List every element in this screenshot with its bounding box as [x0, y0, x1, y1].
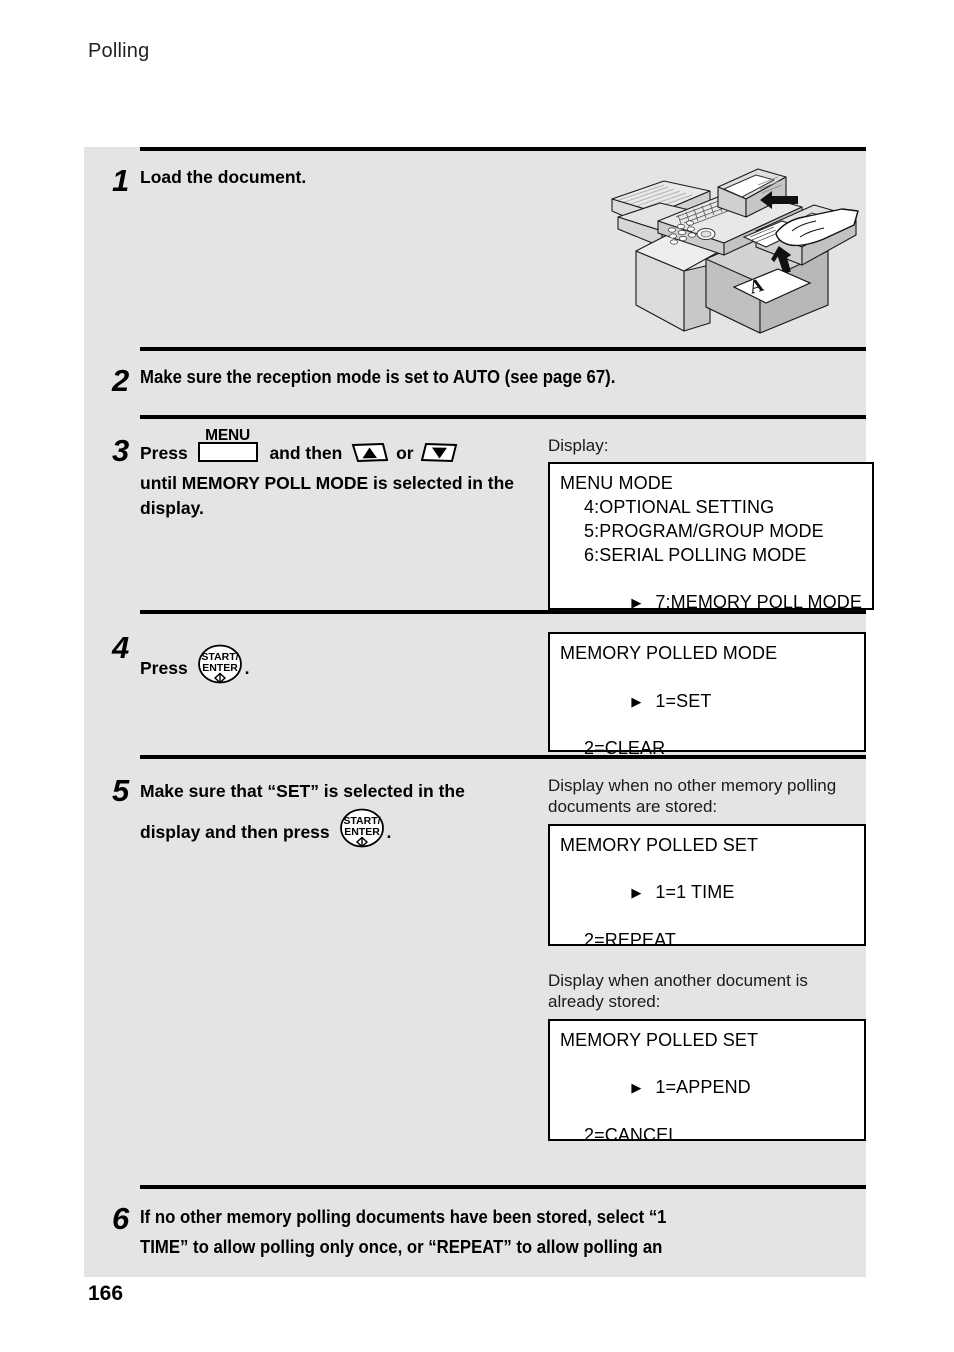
step-2-rule — [140, 347, 866, 351]
step-5-instruction-line1: Make sure that “SET” is selected in the — [140, 781, 465, 801]
step-5-display-caption-b: Display when another document is already… — [548, 970, 808, 1012]
selection-pointer-icon: ▶ — [631, 885, 642, 901]
step-5-rule — [140, 755, 866, 759]
step-3-display-caption: Display: — [548, 436, 609, 455]
step-4-instruction: Press START/ ENTER . — [140, 632, 548, 752]
step-5-period: . — [386, 822, 392, 843]
step-4-press-label: Press — [140, 658, 188, 678]
lcd-line: 2=CANCEL — [584, 1124, 679, 1145]
step-5-lcd-display-b: MEMORY POLLED SET ▶ 1=APPEND 2=CANCEL — [548, 1018, 866, 1145]
step-5-display-group: Display when no other memory polling doc… — [548, 775, 866, 1145]
lcd-line-text: 1=APPEND — [655, 1077, 751, 1098]
step-4-period: . — [244, 658, 250, 678]
step-3-display-group: Display: MENU MODE 4:OPTIONAL SETTING 5:… — [548, 435, 874, 612]
svg-text:ENTER: ENTER — [202, 662, 238, 674]
step-1: 1 Load the document. A — [84, 147, 866, 347]
start-enter-key-button[interactable]: START/ ENTER — [339, 808, 385, 859]
lcd-line-selected: ▶ 1=APPEND — [560, 1052, 854, 1123]
lcd-line: 2=REPEAT — [584, 929, 677, 950]
lcd-line: MEMORY POLLED SET — [560, 1029, 759, 1050]
lcd-line: MENU MODE — [560, 473, 673, 494]
lcd-line: MEMORY POLLED MODE — [560, 643, 778, 663]
step-6-instruction-line2: TIME” to allow polling only once, or “RE… — [140, 1236, 663, 1257]
step-4: 4 Press START/ ENTER . MEMORY POLLED MOD… — [84, 610, 866, 758]
svg-text:ENTER: ENTER — [344, 826, 380, 838]
step-1-rule — [140, 147, 866, 151]
step-6: 6 If no other memory polling documents h… — [84, 1185, 866, 1277]
step-4-rule — [140, 610, 866, 614]
start-enter-key-button[interactable]: START/ ENTER — [197, 644, 243, 691]
lcd-line-text: 1=1 TIME — [655, 882, 735, 903]
step-4-number: 4 — [112, 630, 130, 665]
lcd-line-selected: ▶ 1=SET — [560, 666, 854, 737]
selection-pointer-icon: ▶ — [631, 693, 642, 709]
step-3-instruction: Press MENU and then or until MEMORY POLL… — [140, 427, 548, 610]
menu-key-label: MENU — [205, 427, 250, 444]
step-3-and-then-label: and then — [269, 443, 343, 463]
step-6-rule — [140, 1185, 866, 1189]
fax-machine-load-document-illustration: A — [606, 155, 866, 340]
step-3-or-label: or — [396, 443, 414, 463]
selection-pointer-icon: ▶ — [631, 595, 642, 611]
step-4-display-group: MEMORY POLLED MODE ▶ 1=SET 2=CLEAR — [548, 632, 866, 758]
selection-pointer-icon: ▶ — [631, 1080, 642, 1096]
menu-key-button[interactable]: MENU — [197, 427, 258, 462]
step-1-number: 1 — [112, 163, 130, 198]
down-arrow-key-button[interactable] — [421, 441, 459, 471]
step-5-display-caption-a: Display when no other memory polling doc… — [548, 776, 837, 817]
step-3-lcd-display: MENU MODE 4:OPTIONAL SETTING 5:PROGRAM/G… — [548, 462, 874, 612]
up-arrow-key-button[interactable] — [350, 441, 389, 471]
step-5-lcd-display-a: MEMORY POLLED SET ▶ 1=1 TIME 2=REPEAT — [548, 823, 866, 950]
step-2-instruction: Make sure the reception mode is set to A… — [140, 367, 616, 387]
lcd-line: 4:OPTIONAL SETTING — [584, 497, 775, 518]
step-5: 5 Make sure that “SET” is selected in th… — [84, 755, 866, 1185]
running-head-polling: Polling — [88, 40, 150, 62]
lcd-line: 6:SERIAL POLLING MODE — [584, 544, 807, 565]
step-5-instruction-line2: display and then press — [140, 822, 330, 843]
step-2: 2 Make sure the reception mode is set to… — [84, 347, 866, 415]
page-number: 166 — [88, 1282, 124, 1305]
step-3-number: 3 — [112, 433, 130, 468]
step-4-lcd-display: MEMORY POLLED MODE ▶ 1=SET 2=CLEAR — [548, 632, 866, 758]
step-2-number: 2 — [112, 363, 130, 398]
step-3-instruction-rest: until MEMORY POLL MODE is selected in th… — [140, 472, 515, 518]
lcd-line: 5:PROGRAM/GROUP MODE — [584, 520, 824, 541]
step-3-press-label: Press — [140, 443, 188, 463]
step-3-rule — [140, 415, 866, 419]
procedure-steps-panel: 1 Load the document. A 2 Make sure the r… — [84, 147, 874, 1277]
step-5-instruction: Make sure that “SET” is selected in the … — [140, 775, 548, 1141]
lcd-line: MEMORY POLLED SET — [560, 834, 759, 855]
step-3: 3 Press MENU and then or until MEMORY PO… — [84, 415, 874, 612]
step-5-number: 5 — [112, 773, 130, 808]
lcd-line-selected: ▶ 1=1 TIME — [560, 858, 854, 929]
lcd-line-text: 1=SET — [655, 690, 712, 711]
step-6-instruction-line1: If no other memory polling documents hav… — [140, 1207, 667, 1227]
step-6-number: 6 — [112, 1201, 130, 1236]
